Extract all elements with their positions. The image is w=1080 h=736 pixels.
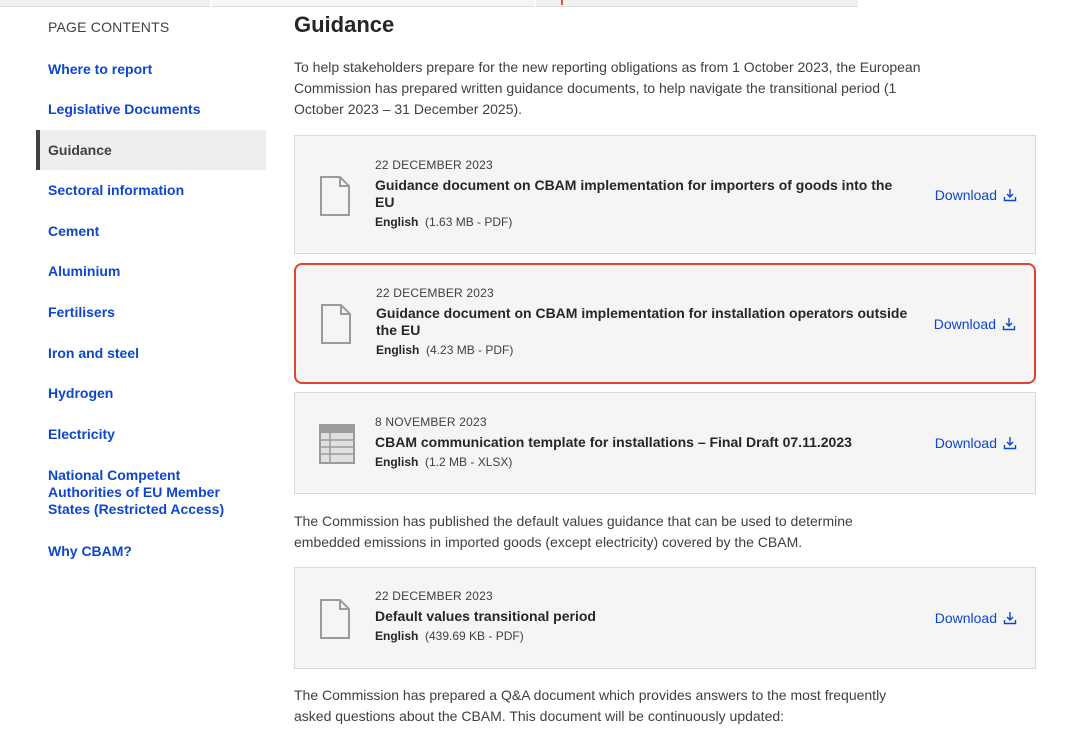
sidebar-item-hydrogen[interactable]: Hydrogen: [36, 385, 266, 402]
sidebar-item-why-cbam[interactable]: Why CBAM?: [36, 543, 266, 560]
tab-segment[interactable]: [0, 0, 210, 7]
page-title: Guidance: [294, 12, 395, 37]
spreadsheet-icon: [319, 424, 355, 464]
sidebar-item-sectoral-information[interactable]: Sectoral information: [36, 182, 266, 199]
sidebar-item-guidance[interactable]: Guidance: [36, 130, 266, 170]
document-title: Default values transitional period: [375, 608, 596, 624]
sidebar-item-legislative-documents[interactable]: Legislative Documents: [36, 101, 266, 118]
document-card: 8 NOVEMBER 2023 CBAM communication templ…: [294, 392, 1036, 494]
download-link[interactable]: Download: [935, 610, 1017, 626]
document-date: 22 DECEMBER 2023: [376, 286, 494, 300]
document-language: English (1.63 MB - PDF): [375, 215, 915, 229]
tab-segment[interactable]: [536, 0, 858, 7]
download-label: Download: [934, 187, 997, 203]
document-meta: 22 DECEMBER 2023 Guidance document on CB…: [375, 158, 915, 229]
document-date: 22 DECEMBER 2023: [375, 589, 493, 603]
sidebar-item-electricity[interactable]: Electricity: [36, 426, 266, 443]
file-size: (1.2 MB - XLSX): [425, 455, 513, 469]
document-language: English (4.23 MB - PDF): [376, 343, 914, 357]
document-meta: 22 DECEMBER 2023 Default values transiti…: [375, 589, 915, 643]
document-meta: 22 DECEMBER 2023 Guidance document on CB…: [376, 286, 914, 357]
document-title: Guidance document on CBAM implementation…: [376, 305, 908, 338]
language-label: English: [375, 215, 419, 229]
download-icon: [1003, 437, 1017, 450]
sidebar-item-where-to-report[interactable]: Where to report: [36, 61, 266, 78]
document-card-highlighted: 22 DECEMBER 2023 Guidance document on CB…: [294, 263, 1036, 384]
download-link[interactable]: Download: [935, 187, 1017, 203]
document-title: Guidance document on CBAM implementation…: [375, 177, 893, 210]
document-date: 22 DECEMBER 2023: [375, 158, 493, 172]
file-size: (439.69 KB - PDF): [425, 629, 524, 643]
default-values-paragraph: The Commission has published the default…: [294, 513, 853, 550]
download-icon: [1003, 189, 1017, 202]
tab-segment[interactable]: [212, 0, 534, 7]
download-link[interactable]: Download: [934, 316, 1016, 332]
qa-paragraph: The Commission has prepared a Q&A docume…: [294, 687, 887, 724]
intro-paragraph: To help stakeholders prepare for the new…: [294, 59, 921, 117]
sidebar-item-iron-and-steel[interactable]: Iron and steel: [36, 345, 266, 362]
document-date: 8 NOVEMBER 2023: [375, 415, 487, 429]
file-icon: [320, 599, 350, 639]
document-card: 22 DECEMBER 2023 Guidance document on CB…: [294, 135, 1036, 254]
file-size: (1.63 MB - PDF): [425, 215, 513, 229]
file-icon: [320, 176, 350, 216]
download-link[interactable]: Download: [935, 435, 1017, 451]
document-title: CBAM communication template for installa…: [375, 434, 852, 450]
download-label: Download: [933, 316, 996, 332]
document-meta: 8 NOVEMBER 2023 CBAM communication templ…: [375, 415, 915, 469]
tab-indicator: [561, 0, 563, 5]
sidebar-item-aluminium[interactable]: Aluminium: [36, 263, 266, 280]
page-contents-heading: PAGE CONTENTS: [48, 19, 170, 35]
document-language: English (1.2 MB - XLSX): [375, 455, 915, 469]
file-icon: [321, 304, 351, 344]
sidebar-item-fertilisers[interactable]: Fertilisers: [36, 304, 266, 321]
language-label: English: [375, 629, 419, 643]
language-label: English: [376, 343, 420, 357]
download-label: Download: [934, 610, 997, 626]
file-size: (4.23 MB - PDF): [426, 343, 514, 357]
sidebar-item-national-competent-authorities[interactable]: National Competent Authorities of EU Mem…: [36, 467, 236, 518]
download-label: Download: [934, 435, 997, 451]
download-icon: [1003, 612, 1017, 625]
document-language: English (439.69 KB - PDF): [375, 629, 915, 643]
sidebar-item-cement[interactable]: Cement: [36, 223, 266, 240]
language-label: English: [375, 455, 419, 469]
document-card: 22 DECEMBER 2023 Default values transiti…: [294, 567, 1036, 669]
browser-tab-strip: [0, 0, 1080, 7]
download-icon: [1002, 318, 1016, 331]
